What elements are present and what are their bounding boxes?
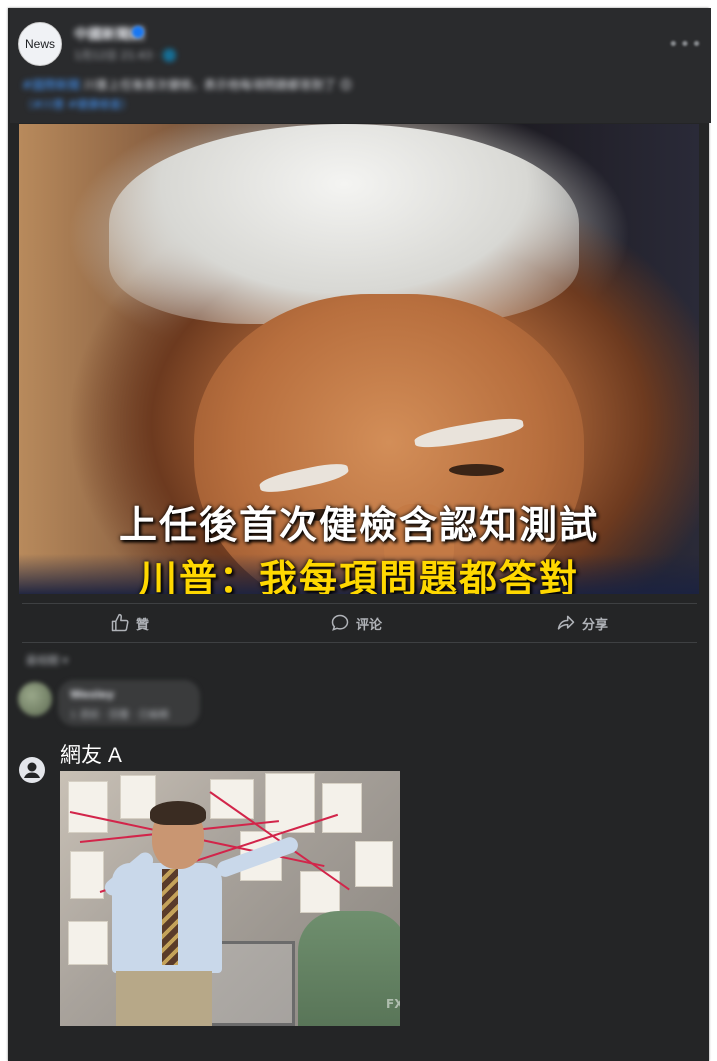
post-timestamp[interactable]: 1月12日 21:43 · 🌐	[74, 47, 176, 63]
like-label: 贊	[136, 617, 150, 633]
like-button[interactable]: 贊	[110, 612, 149, 634]
meme-detail	[162, 869, 178, 965]
user-avatar-icon[interactable]	[18, 756, 46, 784]
meme-detail	[68, 921, 108, 965]
meme-detail	[68, 781, 108, 833]
share-button[interactable]: 分享	[556, 612, 608, 634]
comment-text: 1 週前 · 回覆 · 已編輯	[70, 710, 169, 721]
reply-meme-image[interactable]: FX	[60, 771, 400, 1026]
divider	[22, 642, 697, 643]
image-subline: 川普：我每項問題都答對	[138, 557, 579, 594]
divider	[22, 603, 697, 604]
meme-detail	[150, 801, 206, 825]
comment-label: 评论	[356, 617, 383, 633]
image-hair	[109, 124, 579, 324]
meme-detail	[210, 779, 254, 819]
image-headline: 上任後首次健檢含認知測試	[118, 503, 599, 547]
verified-icon	[132, 26, 144, 38]
meme-detail	[116, 971, 212, 1026]
page-avatar[interactable]: News	[18, 22, 62, 66]
more-horizontal-icon[interactable]: •••	[668, 34, 703, 55]
reply-author-name[interactable]: 網友 A	[60, 739, 122, 769]
comment-bubble-icon	[331, 614, 349, 631]
post-image[interactable]: 上任後首次健檢含認知測試 川普：我每項問題都答對	[19, 124, 699, 594]
image-detail	[449, 464, 504, 476]
meme-detail	[355, 841, 393, 887]
meme-watermark: FX	[386, 997, 400, 1011]
comment-button[interactable]: 评论	[330, 612, 382, 634]
post-caption: #國際新聞 川普上任後首次健檢，表示他每項問題都答對了 😊	[22, 76, 352, 93]
commenter-avatar[interactable]	[18, 682, 52, 716]
share-label: 分享	[582, 617, 609, 633]
caption-hashtag[interactable]: #國際新聞	[22, 78, 80, 92]
share-arrow-icon	[557, 615, 575, 630]
comment-sort-dropdown[interactable]: 最相關 ▾	[26, 652, 68, 668]
meme-detail	[322, 783, 362, 833]
meme-detail	[298, 911, 400, 1026]
meme-detail	[70, 851, 104, 899]
commenter-name[interactable]: Wesley	[70, 688, 114, 701]
thumbs-up-icon	[111, 613, 129, 632]
caption-text: 川普上任後首次健檢，表示他每項問題都答對了 😊	[80, 78, 353, 92]
caption-link[interactable]: （#川普 #健康檢查）	[22, 96, 132, 112]
